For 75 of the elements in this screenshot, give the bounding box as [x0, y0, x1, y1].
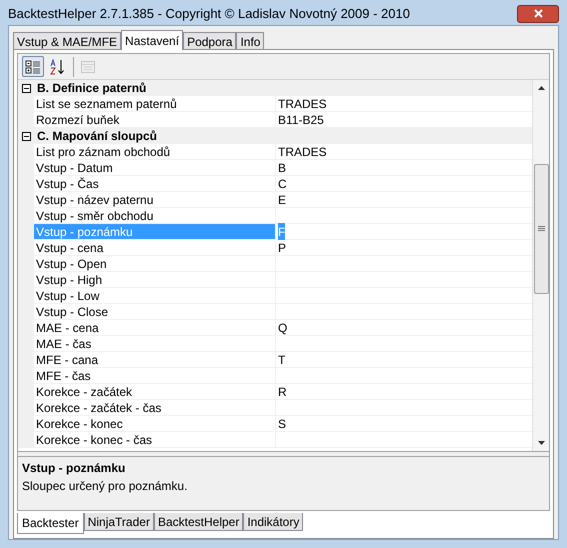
property-name: Vstup - Close	[36, 304, 108, 320]
property-name: Vstup - poznámku	[36, 224, 133, 240]
property-name: MAE - čas	[36, 336, 92, 352]
category-title: C. Mapování sloupců	[36, 128, 158, 145]
categorized-view-icon	[25, 58, 41, 74]
property-name: Vstup - Low	[36, 288, 100, 304]
toolbar-button[interactable]	[22, 56, 44, 77]
property-value[interactable]: S	[278, 414, 286, 432]
close-button[interactable]	[517, 4, 559, 22]
tab[interactable]: Indikátory	[243, 513, 304, 531]
tab[interactable]: NinjaTrader	[84, 513, 154, 531]
property-value[interactable]: E	[278, 190, 286, 208]
tab[interactable]: Nastavení	[121, 30, 184, 50]
property-value[interactable]: P	[278, 238, 286, 256]
property-name: Korekce - začátek	[36, 384, 132, 400]
property-name: List pro záznam obchodů	[36, 144, 170, 160]
property-value[interactable]: C	[278, 174, 287, 192]
property-name: Rozmezí buňek	[36, 112, 120, 128]
property-row[interactable]: Korekce - začátek - čas	[18, 400, 532, 416]
property-row[interactable]: MFE - čas	[18, 368, 532, 384]
property-name: Vstup - Datum	[36, 160, 113, 176]
property-name: Korekce - začátek - čas	[36, 400, 162, 416]
property-row[interactable]: Vstup - název paternu E	[18, 192, 532, 208]
property-name: Korekce - konec	[36, 416, 123, 432]
property-name: List se seznamem paternů	[36, 96, 177, 112]
grip-icon	[538, 226, 544, 232]
scrollbar-thumb[interactable]	[534, 164, 548, 294]
property-row[interactable]: Vstup - Open	[18, 256, 532, 272]
property-row[interactable]: Rozmezí buňek B11-B25	[18, 112, 532, 128]
collapse-icon[interactable]	[22, 132, 30, 140]
tab[interactable]: Backtester	[17, 513, 84, 534]
sort-icon	[49, 58, 65, 74]
property-row[interactable]: MFE - cana T	[18, 352, 532, 368]
property-name: MAE - cena	[36, 320, 99, 336]
description-title: Vstup - poznámku	[22, 460, 126, 477]
property-row[interactable]: Vstup - High	[18, 272, 532, 288]
tab[interactable]: Vstup & MAE/MFE	[13, 32, 122, 49]
property-row[interactable]: Vstup - cena P	[18, 240, 532, 256]
property-row[interactable]: List se seznamem paternů TRADES	[18, 96, 532, 112]
tab[interactable]: Podpora	[183, 32, 236, 49]
property-row[interactable]: List pro záznam obchodů TRADES	[18, 144, 532, 160]
description-text: Sloupec určený pro poznámku.	[22, 478, 188, 495]
property-name: Korekce - konec - čas	[36, 432, 152, 448]
property-name: Vstup - směr obchodu	[36, 208, 154, 224]
property-row[interactable]: Vstup - Datum B	[18, 160, 532, 176]
property-row[interactable]: Vstup - Čas C	[18, 176, 532, 192]
property-row[interactable]: Korekce - začátek R	[18, 384, 532, 400]
property-row[interactable]: Vstup - Close	[18, 304, 532, 320]
property-value[interactable]: Q	[278, 318, 288, 336]
property-row[interactable]: Korekce - konec - čas	[18, 432, 532, 448]
property-name: Vstup - Open	[36, 256, 107, 272]
category-title: B. Definice paternů	[36, 80, 146, 97]
property-name: Vstup - název paternu	[36, 192, 154, 208]
property-name: Vstup - cena	[36, 240, 104, 256]
property-name: Vstup - High	[36, 272, 102, 288]
property-name: MFE - čas	[36, 368, 91, 384]
property-name: MFE - cana	[36, 352, 98, 368]
category-header[interactable]: C. Mapování sloupců	[18, 128, 532, 144]
scrollbar[interactable]	[532, 80, 549, 451]
property-value[interactable]: R	[278, 382, 287, 400]
tab[interactable]: BacktestHelper	[154, 513, 244, 531]
category-header[interactable]: B. Definice paternů	[18, 80, 532, 96]
window-title: BacktestHelper 2.7.1.385 - Copyright © Ladislav Novotný 2009 - 2010	[8, 4, 410, 23]
property-value[interactable]: B	[278, 158, 286, 176]
property-row[interactable]: Vstup - Low	[18, 288, 532, 304]
close-icon	[534, 9, 542, 18]
property-row[interactable]: MAE - cena Q	[18, 320, 532, 336]
collapse-icon[interactable]	[22, 84, 30, 92]
property-name: Vstup - Čas	[36, 176, 99, 192]
property-row[interactable]: Korekce - konec S	[18, 416, 532, 432]
tab[interactable]: Info	[236, 32, 264, 49]
property-value[interactable]: T	[278, 350, 286, 368]
property-row[interactable]: MAE - čas	[18, 336, 532, 352]
property-pages-icon	[80, 58, 96, 74]
property-row[interactable]: Vstup - směr obchodu	[18, 208, 532, 224]
